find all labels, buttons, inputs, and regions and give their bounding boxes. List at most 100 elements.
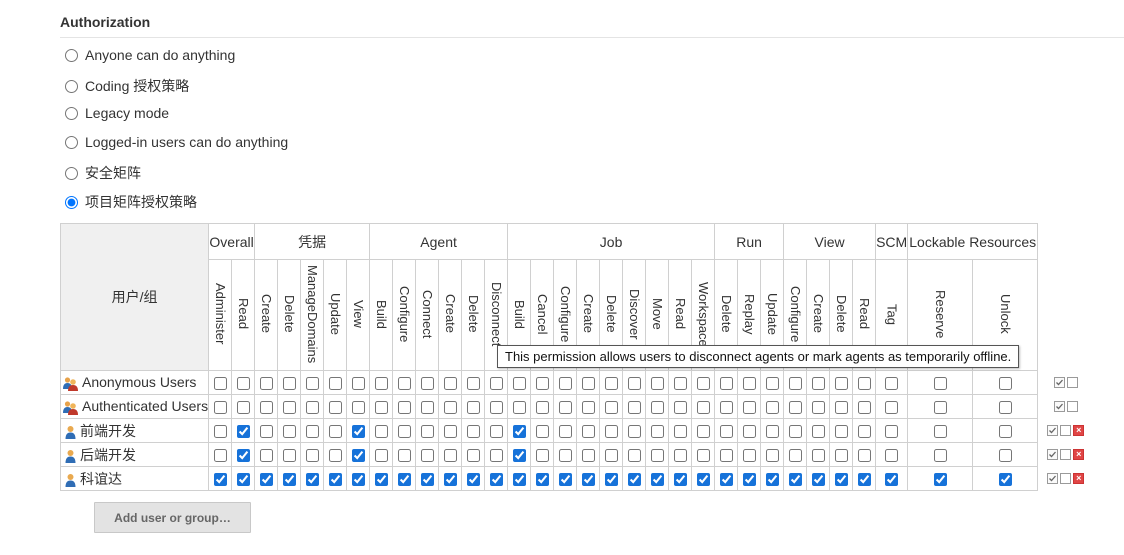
permission-checkbox[interactable] (558, 473, 572, 487)
strategy-anyone[interactable]: Anyone can do anything (65, 47, 235, 63)
permission-checkbox[interactable] (535, 473, 549, 487)
permission-checkbox[interactable] (765, 473, 779, 487)
permission-checkbox[interactable] (885, 449, 899, 463)
strategy-anyone-radio[interactable] (65, 48, 78, 62)
permission-checkbox[interactable] (627, 425, 641, 439)
permission-checkbox[interactable] (236, 401, 250, 415)
permission-checkbox[interactable] (374, 473, 388, 487)
permission-checkbox[interactable] (259, 401, 273, 415)
permission-checkbox[interactable] (857, 425, 871, 439)
permission-checkbox[interactable] (282, 473, 296, 487)
permission-checkbox[interactable] (834, 401, 848, 415)
permission-checkbox[interactable] (742, 449, 756, 463)
permission-checkbox[interactable] (857, 449, 871, 463)
permission-checkbox[interactable] (673, 401, 687, 415)
permission-checkbox[interactable] (305, 449, 319, 463)
permission-checkbox[interactable] (374, 401, 388, 415)
select-all-icon[interactable] (1047, 448, 1059, 460)
permission-checkbox[interactable] (512, 425, 526, 439)
permission-checkbox[interactable] (834, 449, 848, 463)
unselect-all-icon[interactable] (1060, 424, 1072, 436)
permission-checkbox[interactable] (282, 377, 296, 391)
strategy-project-matrix[interactable]: 项目矩阵授权策略 (65, 192, 197, 212)
permission-checkbox[interactable] (719, 401, 733, 415)
permission-checkbox[interactable] (742, 401, 756, 415)
remove-icon[interactable]: × (1073, 472, 1085, 484)
permission-checkbox[interactable] (420, 449, 434, 463)
permission-checkbox[interactable] (397, 425, 411, 439)
permission-checkbox[interactable] (397, 473, 411, 487)
permission-checkbox[interactable] (213, 473, 227, 487)
permission-checkbox[interactable] (420, 425, 434, 439)
permission-checkbox[interactable] (581, 425, 595, 439)
permission-checkbox[interactable] (535, 401, 549, 415)
strategy-loggedin[interactable]: Logged-in users can do anything (65, 134, 288, 150)
permission-checkbox[interactable] (650, 449, 664, 463)
permission-checkbox[interactable] (213, 449, 227, 463)
permission-checkbox[interactable] (788, 377, 802, 391)
permission-checkbox[interactable] (604, 449, 618, 463)
strategy-security-matrix-radio[interactable] (65, 166, 78, 180)
permission-checkbox[interactable] (213, 377, 227, 391)
permission-checkbox[interactable] (328, 449, 342, 463)
strategy-project-matrix-radio[interactable] (65, 195, 78, 209)
permission-checkbox[interactable] (259, 425, 273, 439)
permission-checkbox[interactable] (466, 377, 480, 391)
permission-checkbox[interactable] (489, 449, 503, 463)
permission-checkbox[interactable] (885, 377, 899, 391)
permission-checkbox[interactable] (351, 377, 365, 391)
permission-checkbox[interactable] (696, 377, 710, 391)
permission-checkbox[interactable] (443, 425, 457, 439)
permission-checkbox[interactable] (857, 377, 871, 391)
permission-checkbox[interactable] (673, 449, 687, 463)
permission-checkbox[interactable] (420, 377, 434, 391)
permission-checkbox[interactable] (998, 425, 1012, 439)
unselect-all-icon[interactable] (1060, 448, 1072, 460)
permission-checkbox[interactable] (535, 377, 549, 391)
permission-checkbox[interactable] (998, 449, 1012, 463)
permission-checkbox[interactable] (466, 473, 480, 487)
select-all-icon[interactable] (1053, 376, 1065, 388)
permission-checkbox[interactable] (466, 401, 480, 415)
unselect-all-icon[interactable] (1066, 376, 1078, 388)
permission-checkbox[interactable] (857, 473, 871, 487)
permission-checkbox[interactable] (765, 377, 779, 391)
permission-checkbox[interactable] (535, 425, 549, 439)
permission-checkbox[interactable] (489, 473, 503, 487)
unselect-all-icon[interactable] (1060, 472, 1072, 484)
permission-checkbox[interactable] (933, 377, 947, 391)
permission-checkbox[interactable] (259, 377, 273, 391)
permission-checkbox[interactable] (328, 425, 342, 439)
permission-checkbox[interactable] (811, 473, 825, 487)
permission-checkbox[interactable] (443, 449, 457, 463)
permission-checkbox[interactable] (742, 377, 756, 391)
select-all-icon[interactable] (1047, 424, 1059, 436)
permission-checkbox[interactable] (998, 401, 1012, 415)
permission-checkbox[interactable] (933, 425, 947, 439)
permission-checkbox[interactable] (696, 473, 710, 487)
permission-checkbox[interactable] (443, 473, 457, 487)
permission-checkbox[interactable] (305, 401, 319, 415)
permission-checkbox[interactable] (627, 401, 641, 415)
permission-checkbox[interactable] (259, 473, 273, 487)
permission-checkbox[interactable] (305, 425, 319, 439)
permission-checkbox[interactable] (236, 449, 250, 463)
permission-checkbox[interactable] (581, 377, 595, 391)
permission-checkbox[interactable] (259, 449, 273, 463)
permission-checkbox[interactable] (719, 449, 733, 463)
permission-checkbox[interactable] (282, 449, 296, 463)
permission-checkbox[interactable] (374, 377, 388, 391)
permission-checkbox[interactable] (328, 377, 342, 391)
select-all-icon[interactable] (1047, 472, 1059, 484)
permission-checkbox[interactable] (351, 449, 365, 463)
permission-checkbox[interactable] (581, 449, 595, 463)
permission-checkbox[interactable] (650, 473, 664, 487)
permission-checkbox[interactable] (998, 377, 1012, 391)
permission-checkbox[interactable] (512, 377, 526, 391)
permission-checkbox[interactable] (788, 473, 802, 487)
permission-checkbox[interactable] (512, 473, 526, 487)
permission-checkbox[interactable] (466, 425, 480, 439)
strategy-security-matrix[interactable]: 安全矩阵 (65, 163, 141, 183)
permission-checkbox[interactable] (933, 401, 947, 415)
permission-checkbox[interactable] (604, 377, 618, 391)
